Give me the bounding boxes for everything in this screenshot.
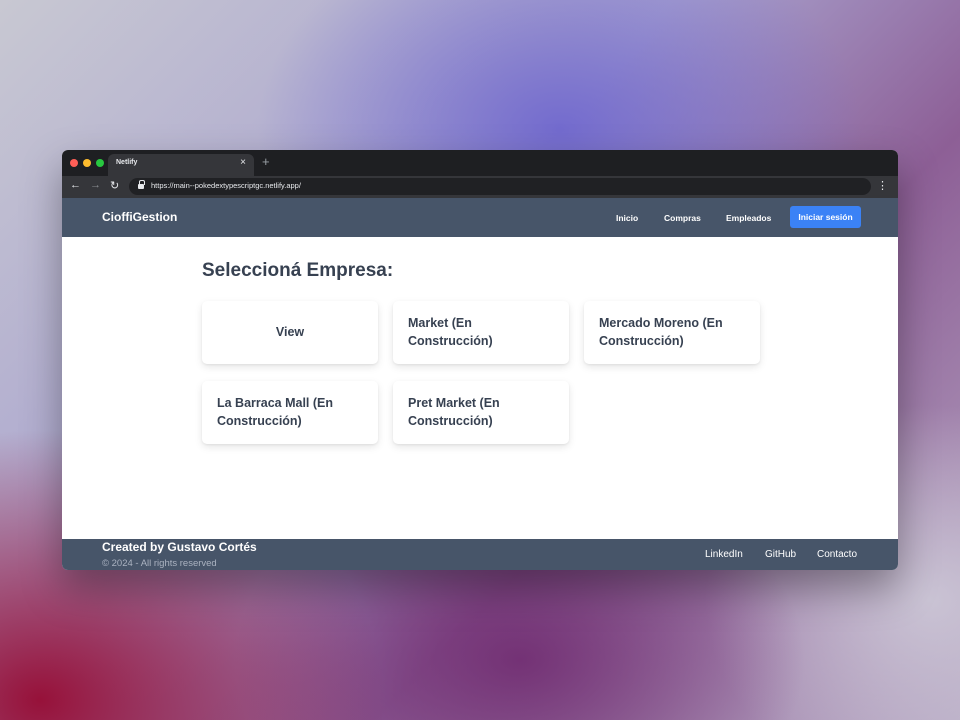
footer-credit: Created by Gustavo Cortés (102, 540, 257, 554)
url-text: https://main--pokedextypescriptgc.netlif… (151, 181, 301, 190)
url-field[interactable]: https://main--pokedextypescriptgc.netlif… (129, 178, 871, 195)
browser-menu-icon[interactable]: ⋮ (877, 179, 888, 192)
tab-title: Netlify (116, 159, 138, 166)
company-card-market[interactable]: Market (En Construcción) (393, 301, 569, 364)
browser-tab[interactable]: Netlify × (108, 154, 254, 176)
close-window-button[interactable] (70, 159, 78, 167)
maximize-window-button[interactable] (96, 159, 104, 167)
browser-window: Netlify × + ← → ↻ https://main--pokedext… (62, 150, 898, 570)
site-navbar: CioffiGestion Inicio Compras Empleados I… (62, 198, 898, 237)
footer-copyright: © 2024 - All rights reserved (102, 558, 217, 569)
brand-logo[interactable]: CioffiGestion (102, 210, 177, 224)
login-button[interactable]: Iniciar sesión (790, 206, 861, 228)
footer-link-linkedin[interactable]: LinkedIn (705, 549, 743, 560)
page-title: Seleccioná Empresa: (202, 260, 394, 281)
nav-link-inicio[interactable]: Inicio (616, 213, 638, 223)
minimize-window-button[interactable] (83, 159, 91, 167)
main-content: Seleccioná Empresa: View Market (En Cons… (62, 237, 898, 539)
nav-link-compras[interactable]: Compras (664, 213, 701, 223)
nav-link-empleados[interactable]: Empleados (726, 213, 771, 223)
new-tab-icon[interactable]: + (262, 154, 270, 169)
company-card-mercado-moreno[interactable]: Mercado Moreno (En Construcción) (584, 301, 760, 364)
lock-icon (138, 180, 145, 189)
company-card-pret-market[interactable]: Pret Market (En Construcción) (393, 381, 569, 444)
reload-icon[interactable]: ↻ (110, 179, 119, 192)
address-bar: ← → ↻ https://main--pokedextypescriptgc.… (62, 176, 898, 198)
company-card-view[interactable]: View (202, 301, 378, 364)
footer-link-contacto[interactable]: Contacto (817, 549, 857, 560)
window-controls (70, 159, 104, 167)
back-arrow-icon[interactable]: ← (70, 179, 81, 191)
forward-arrow-icon[interactable]: → (90, 179, 101, 191)
company-card-la-barraca-mall[interactable]: La Barraca Mall (En Construcción) (202, 381, 378, 444)
close-tab-icon[interactable]: × (240, 157, 246, 168)
footer-link-github[interactable]: GitHub (765, 549, 796, 560)
site-footer: Created by Gustavo Cortés © 2024 - All r… (62, 539, 898, 570)
browser-titlebar: Netlify × + (62, 150, 898, 176)
